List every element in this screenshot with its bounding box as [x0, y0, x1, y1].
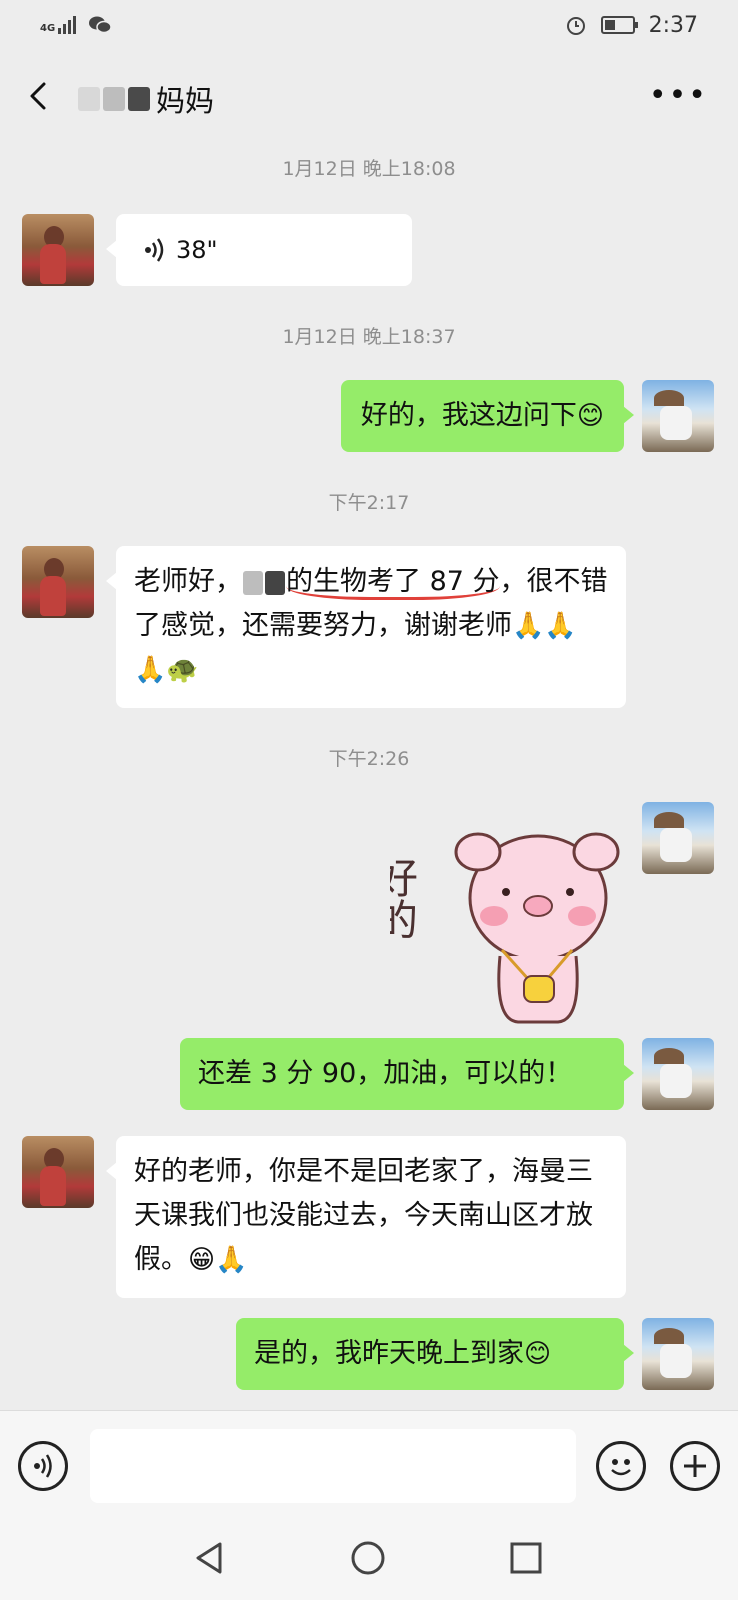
grin-emoji: 😁🙏: [188, 1245, 248, 1275]
network-indicator: 4G: [40, 16, 77, 34]
voice-duration: 38": [176, 236, 218, 264]
avatar-self[interactable]: [642, 802, 714, 874]
avatar-contact[interactable]: [22, 546, 94, 618]
voice-icon[interactable]: [18, 1441, 68, 1491]
status-time: 2:37: [648, 12, 698, 38]
smile-emoji: 😊: [576, 401, 604, 431]
sticker-text: 好的: [390, 856, 419, 940]
message-text: 老师好，: [134, 566, 242, 597]
timestamp: 1月12日 晚上18:37: [282, 326, 456, 348]
chat-header: 妈妈 •••: [0, 50, 738, 142]
voice-icon: [145, 238, 164, 262]
emoji-icon[interactable]: [596, 1441, 646, 1491]
nav-back-icon[interactable]: [190, 1538, 230, 1578]
message-bubble-in[interactable]: 老师好， 的生物考了 87 分，很不错了感觉，还需要努力，谢谢老师🙏🙏🙏🐢: [106, 546, 626, 708]
status-bar: 4G 2:37: [0, 0, 738, 50]
blurred-name: [78, 87, 150, 111]
blurred-name: [265, 570, 285, 595]
voice-message[interactable]: 38": [106, 214, 412, 286]
chat-title: 妈妈: [78, 78, 214, 120]
timestamp: 下午2:26: [328, 748, 410, 770]
blurred-name: [243, 570, 263, 595]
message-text: 好的，我这边问下: [360, 400, 577, 431]
message-bubble-out[interactable]: 是的，我昨天晚上到家😊: [236, 1318, 634, 1390]
avatar-self[interactable]: [642, 1038, 714, 1110]
timestamp: 1月12日 晚上18:08: [282, 158, 456, 180]
message-text: 还差 3 分 90，加油，可以的！: [198, 1058, 573, 1089]
highlighted-text: 的生物考了 87 分: [286, 566, 500, 600]
input-bar: [0, 1410, 738, 1520]
message-bubble-in[interactable]: 好的老师，你是不是回老家了，海曼三天课我们也没能过去，今天南山区才放假。😁🙏: [106, 1136, 626, 1298]
wechat-icon: [89, 16, 112, 34]
smile-emoji: 😊: [524, 1339, 552, 1369]
chevron-left-icon[interactable]: [22, 78, 58, 114]
message-list[interactable]: 1月12日 晚上18:08 38" 1月12日 晚上18:37 好的，我这边问下…: [0, 142, 738, 1410]
nav-recents-icon[interactable]: [506, 1538, 546, 1578]
nav-home-icon[interactable]: [348, 1538, 388, 1578]
network-label: 4G: [40, 23, 56, 34]
avatar-self[interactable]: [642, 380, 714, 452]
timestamp: 下午2:17: [328, 492, 410, 514]
system-nav-bar: [0, 1520, 738, 1600]
battery-icon: [600, 16, 638, 34]
alarm-icon: [566, 17, 585, 35]
page-title: 妈妈: [156, 84, 215, 118]
message-bubble-out[interactable]: 还差 3 分 90，加油，可以的！: [180, 1038, 634, 1110]
signal-icon: [58, 16, 77, 34]
avatar-contact[interactable]: [22, 1136, 94, 1208]
avatar-contact[interactable]: [22, 214, 94, 286]
plus-icon[interactable]: [670, 1441, 720, 1491]
message-text: 是的，我昨天晚上到家: [254, 1338, 524, 1369]
pig-sticker[interactable]: 好的: [390, 800, 626, 1028]
avatar-self[interactable]: [642, 1318, 714, 1390]
message-bubble-out[interactable]: 好的，我这边问下😊: [340, 380, 635, 452]
message-input[interactable]: [90, 1429, 576, 1503]
more-icon[interactable]: •••: [649, 81, 708, 111]
